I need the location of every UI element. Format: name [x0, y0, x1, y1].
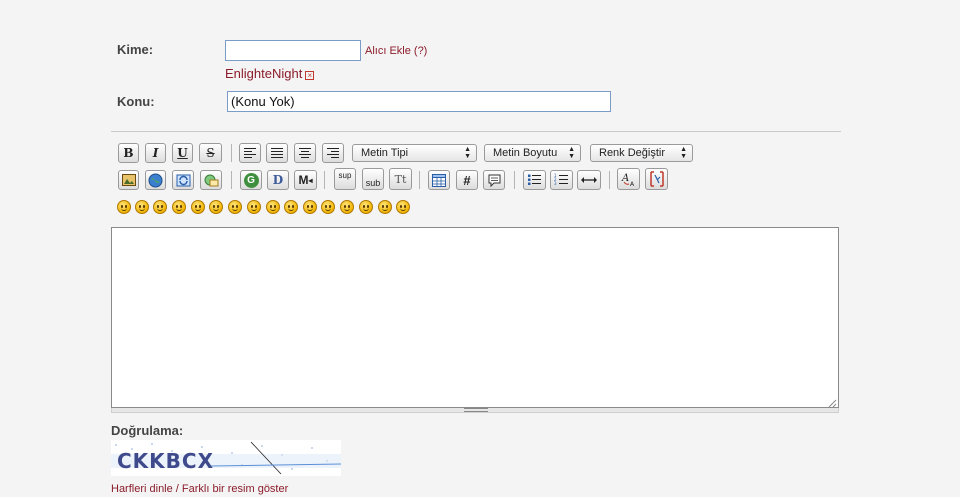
align-left-icon [244, 148, 256, 158]
divider [111, 131, 841, 132]
separator [419, 171, 420, 189]
font-size-select[interactable]: Metin Boyutu ▲ ▼ [484, 144, 581, 162]
align-center-button[interactable] [294, 143, 316, 163]
code-hash-button[interactable]: # [456, 170, 478, 190]
image-icon [121, 174, 136, 186]
laugh-icon[interactable] [172, 200, 186, 214]
subscript-button[interactable]: sub [362, 168, 384, 190]
font-color-button[interactable]: AA [617, 168, 640, 190]
horizontal-rule-button[interactable] [577, 170, 601, 190]
font-color-icon: AA [621, 173, 635, 187]
confused-icon[interactable] [228, 200, 242, 214]
teletype-button[interactable]: Tt [389, 168, 412, 190]
smile-icon[interactable] [117, 200, 131, 214]
quote-button[interactable] [483, 170, 505, 190]
google-button[interactable]: G [240, 170, 262, 190]
sick-icon[interactable] [396, 200, 410, 214]
big-grin-icon[interactable] [153, 200, 167, 214]
message-textarea[interactable] [111, 227, 839, 408]
separator [324, 171, 325, 189]
dizzy-icon[interactable] [284, 200, 298, 214]
select-arrows-icon: ▲ ▼ [568, 146, 575, 160]
font-type-select-label: Metin Tipi [361, 147, 409, 159]
globe-link-icon [148, 173, 163, 187]
google-icon: G [243, 172, 259, 188]
captcha-label: Doğrulama: [111, 423, 184, 438]
select-arrows-icon: ▲ ▼ [464, 146, 471, 160]
horizontal-arrows-icon [581, 177, 597, 183]
bullet-list-icon [528, 174, 541, 185]
underline-button[interactable]: U [172, 143, 193, 163]
dictionary-icon: D [272, 173, 284, 187]
color-select[interactable]: Renk Değiştir ▲ ▼ [590, 144, 693, 162]
align-right-icon [327, 148, 339, 158]
align-center-icon [299, 148, 311, 158]
subject-label: Konu: [117, 94, 155, 109]
insert-email-button[interactable] [200, 170, 222, 190]
remove-recipient-icon[interactable]: × [305, 71, 315, 80]
to-input[interactable] [225, 40, 361, 61]
justify-button[interactable] [266, 143, 288, 163]
arrow-left-icon: ◂ [308, 175, 313, 185]
dictionary-button[interactable]: D [267, 170, 289, 190]
select-arrows-icon: ▲ ▼ [680, 146, 687, 160]
remove-format-icon [649, 171, 664, 187]
eek-icon[interactable] [321, 200, 335, 214]
more-button[interactable]: M ◂ [294, 170, 317, 190]
separator [231, 171, 232, 189]
svg-text:A: A [621, 173, 629, 184]
bold-button[interactable]: B [118, 143, 139, 163]
cry-icon[interactable] [359, 200, 373, 214]
angry-icon[interactable] [191, 200, 205, 214]
captcha-image: CKKBCX [111, 440, 341, 476]
recipient-name: EnlighteNight [225, 66, 303, 81]
grin-icon[interactable] [135, 200, 149, 214]
wink-icon[interactable] [266, 200, 280, 214]
captcha-text: CKKBCX [117, 449, 215, 473]
superscript-button[interactable]: sup [334, 168, 356, 190]
quote-bubble-icon [488, 174, 500, 187]
more-label: M [298, 173, 309, 187]
strikethrough-button[interactable]: S [199, 143, 222, 163]
numbered-list-icon: 123 [554, 173, 568, 186]
remove-format-button[interactable] [645, 168, 668, 190]
align-left-button[interactable] [239, 143, 261, 163]
separator [609, 171, 610, 189]
italic-button[interactable]: I [145, 143, 166, 163]
to-label: Kime: [117, 42, 154, 57]
remove-link-button[interactable] [172, 170, 194, 190]
numbered-list-button[interactable]: 123 [550, 170, 573, 190]
insert-image-button[interactable] [118, 170, 139, 190]
captcha-links[interactable]: Harfleri dinle / Farklı bir resim göster [111, 483, 288, 495]
tongue-icon[interactable] [303, 200, 317, 214]
embarrassed-icon[interactable] [340, 200, 354, 214]
justify-icon [271, 148, 283, 158]
grip-lines-icon [464, 408, 488, 412]
bullet-list-button[interactable] [523, 170, 546, 190]
font-size-select-label: Metin Boyutu [493, 147, 558, 159]
add-recipient-link[interactable]: Alıcı Ekle (?) [365, 45, 427, 57]
separator [514, 171, 515, 189]
cool-icon[interactable] [247, 200, 261, 214]
svg-text:A: A [630, 181, 635, 187]
email-icon [204, 174, 218, 186]
svg-text:3: 3 [554, 181, 557, 186]
refresh-link-icon [176, 174, 190, 186]
color-select-label: Renk Değiştir [599, 147, 666, 159]
subject-input[interactable] [227, 91, 611, 112]
editor-resize-handle[interactable] [111, 408, 839, 413]
insert-table-button[interactable] [428, 170, 450, 190]
shy-icon[interactable] [378, 200, 392, 214]
recipient-chip: EnlighteNight × [225, 66, 315, 81]
separator [231, 144, 232, 162]
frown-icon[interactable] [209, 200, 223, 214]
table-icon [432, 173, 446, 187]
insert-link-button[interactable] [145, 170, 166, 190]
align-right-button[interactable] [322, 143, 344, 163]
resize-corner-icon[interactable] [828, 397, 837, 408]
font-type-select[interactable]: Metin Tipi ▲ ▼ [352, 144, 477, 162]
